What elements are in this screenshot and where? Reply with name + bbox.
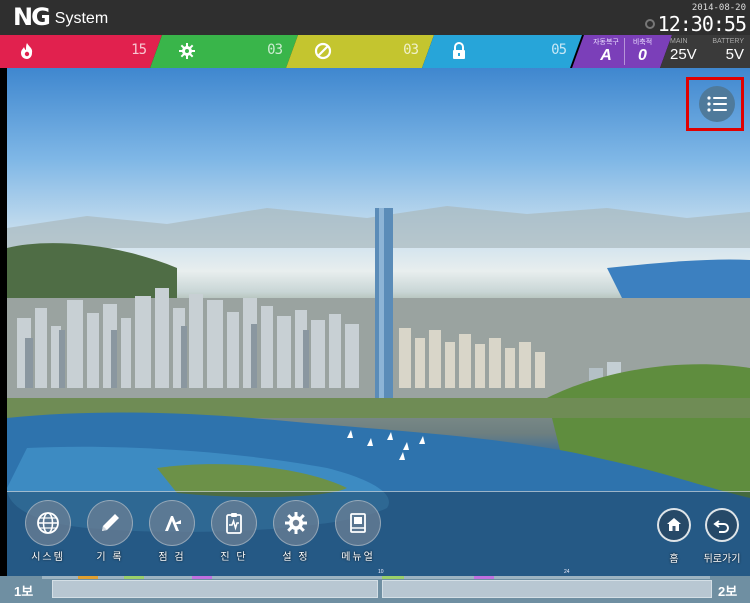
top-bar: NG System 2014-08-20 12:30:55 [0,0,750,35]
highlight-annotation [686,77,744,131]
home-button-circle [657,508,691,542]
record-label: 기 록 [96,552,124,563]
emergency-label: 비축적 [632,39,653,46]
manual-button[interactable]: 메뉴얼 [334,500,382,564]
footer-bar: 10 24 1보 2보 [0,569,750,603]
manual-button-circle [335,500,381,546]
inspect-label: 점 검 [158,552,186,563]
status-locked[interactable]: 05 [422,35,582,68]
clipboard-icon [226,513,242,534]
time-text: 12:30:55 [644,12,747,36]
fire-icon [18,42,36,60]
record-button[interactable]: 기 록 [86,500,134,564]
lock-icon [450,42,468,60]
auto-recover-label: 자동복구 [593,39,619,46]
logo: NG System [13,3,109,31]
status-bar: 15 03 03 05 자동복구 A 비축적 0 MAIN 25V BATTER… [0,35,750,68]
system-label: 시스템 [31,552,65,563]
tick-row: 10 24 [42,569,710,579]
datetime: 2014-08-20 12:30:55 [644,3,747,36]
battery-value: 5V [725,46,744,63]
record-button-circle [87,500,133,546]
block-icon [314,42,332,60]
disabled-count: 03 [403,42,418,58]
back-button-circle [705,508,739,542]
home-label: 홈 [669,554,679,565]
auto-recover[interactable]: 자동복구 A [588,38,624,65]
locked-count: 05 [551,42,566,58]
time-value: 12:30:55 [657,12,747,36]
settings-button[interactable]: 설 정 [272,500,320,564]
system-label: System [54,10,109,27]
home-icon [667,518,681,531]
fire-count: 15 [131,42,146,58]
globe-icon [37,512,59,534]
emergency-mode[interactable]: 비축적 0 [624,38,660,65]
second-alarm-label: 2보 [718,584,738,599]
gear-icon [178,42,196,60]
back-label: 뒤로가기 [703,554,741,565]
emergency-value: 0 [638,47,647,64]
battery-label: BATTERY [712,38,744,45]
clock-icon [644,19,655,29]
settings-label: 설 정 [282,552,310,563]
tick-label-24: 24 [564,569,570,575]
main-label: MAIN [670,38,688,45]
logo-mark: NG [13,3,51,31]
power-panel: MAIN 25V BATTERY 5V [660,35,750,68]
manual-label: 메뉴얼 [341,552,375,563]
settings-icon [285,512,307,534]
manual-icon [350,513,366,533]
mode-panel: 자동복구 A 비축적 0 [572,35,672,68]
diagnosis-label: 진 단 [220,552,248,563]
system-button-circle [25,500,71,546]
inspect-button[interactable]: 점 검 [148,500,196,564]
back-icon [713,520,729,533]
inspect-icon [165,516,181,531]
tick-label-10: 10 [378,569,384,575]
home-button[interactable]: 홈 [650,508,698,566]
pencil-icon [102,514,119,531]
status-fire[interactable]: 15 [0,35,162,68]
status-fault[interactable]: 03 [150,35,298,68]
status-disabled[interactable]: 03 [286,35,434,68]
diagnosis-button-circle [211,500,257,546]
system-button[interactable]: 시스템 [24,500,72,564]
first-alarm-label: 1보 [14,584,34,599]
fault-count: 03 [267,42,282,58]
settings-button-circle [273,500,319,546]
battery-power: BATTERY 5V [712,37,744,64]
back-button[interactable]: 뒤로가기 [698,508,746,566]
first-alarm-field[interactable] [52,580,378,598]
auto-recover-value: A [600,47,612,64]
main-value: 25V [670,46,697,63]
second-alarm-field[interactable] [382,580,712,598]
inspect-button-circle [149,500,195,546]
main-power: MAIN 25V [670,37,697,64]
diagnosis-button[interactable]: 진 단 [210,500,258,564]
